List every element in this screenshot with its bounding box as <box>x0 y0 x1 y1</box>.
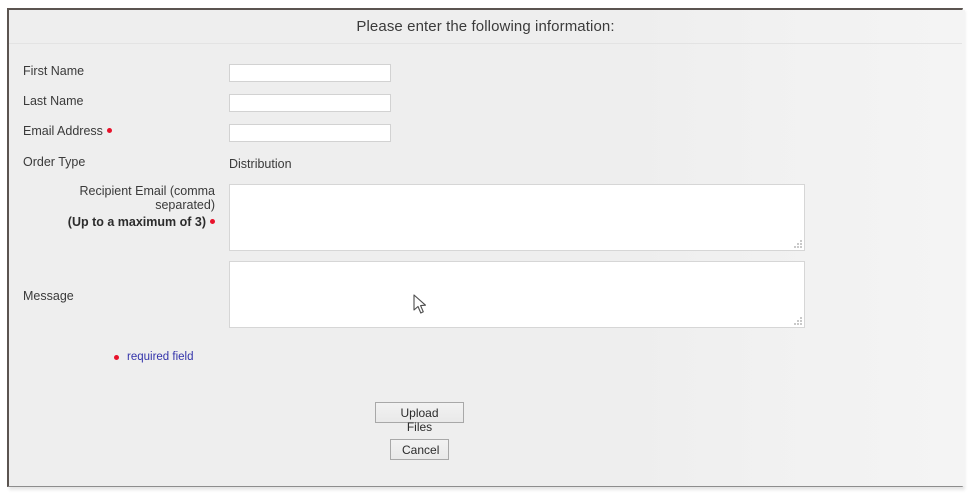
label-order-type: Order Type <box>9 155 215 169</box>
page-title: Please enter the following information: <box>356 18 615 35</box>
label-recipient-email-line1: Recipient Email (comma separated) <box>79 184 215 212</box>
message-textarea[interactable] <box>229 261 805 328</box>
recipient-email-textarea-wrap <box>229 184 805 251</box>
form-row-first-name: First Name <box>9 64 962 82</box>
field-cell-recipient-email <box>215 184 962 251</box>
required-field-legend-label: required field <box>127 351 194 363</box>
field-cell-order-type: Distribution <box>215 155 962 173</box>
recipient-email-textarea[interactable] <box>229 184 805 251</box>
message-textarea-wrap <box>229 261 805 328</box>
label-last-name: Last Name <box>9 94 215 108</box>
last-name-input[interactable] <box>229 94 391 112</box>
field-cell-first-name <box>215 64 962 82</box>
label-recipient-email-line2-wrap: (Up to a maximum of 3) <box>23 215 215 229</box>
form-row-order-type: Order Type Distribution <box>9 155 962 173</box>
field-cell-email-address <box>215 124 962 142</box>
form-row-last-name: Last Name <box>9 94 962 112</box>
form-row-message: Message <box>9 261 962 328</box>
information-form: First Name Last Name Email Address Order… <box>9 44 962 328</box>
label-last-name-text: Last Name <box>23 94 84 108</box>
label-order-type-text: Order Type <box>23 155 86 169</box>
label-message-text: Message <box>23 289 74 303</box>
label-first-name: First Name <box>9 64 215 78</box>
label-email-address: Email Address <box>9 124 215 138</box>
required-marker-icon <box>106 128 112 134</box>
form-row-email-address: Email Address <box>9 124 962 142</box>
field-cell-message <box>215 261 962 328</box>
window-title-bar: Please enter the following information: <box>9 10 962 44</box>
email-address-input[interactable] <box>229 124 391 142</box>
legend-dot-icon <box>114 354 119 360</box>
label-message: Message <box>9 261 215 303</box>
label-email-address-text: Email Address <box>23 124 103 138</box>
form-window: Please enter the following information: … <box>7 8 965 487</box>
cancel-button[interactable]: Cancel <box>390 439 449 460</box>
label-recipient-email: Recipient Email (comma separated) (Up to… <box>9 184 215 229</box>
upload-files-button[interactable]: Upload Files <box>375 402 464 434</box>
required-field-legend: required field <box>114 351 193 363</box>
first-name-input[interactable] <box>229 64 391 82</box>
label-first-name-text: First Name <box>23 64 85 78</box>
label-recipient-email-line2: (Up to a maximum of 3) <box>67 215 206 229</box>
screenshot-root: Please enter the following information: … <box>0 0 979 503</box>
order-type-value: Distribution <box>229 157 292 171</box>
form-row-recipient-email: Recipient Email (comma separated) (Up to… <box>9 184 962 251</box>
field-cell-last-name <box>215 94 962 112</box>
